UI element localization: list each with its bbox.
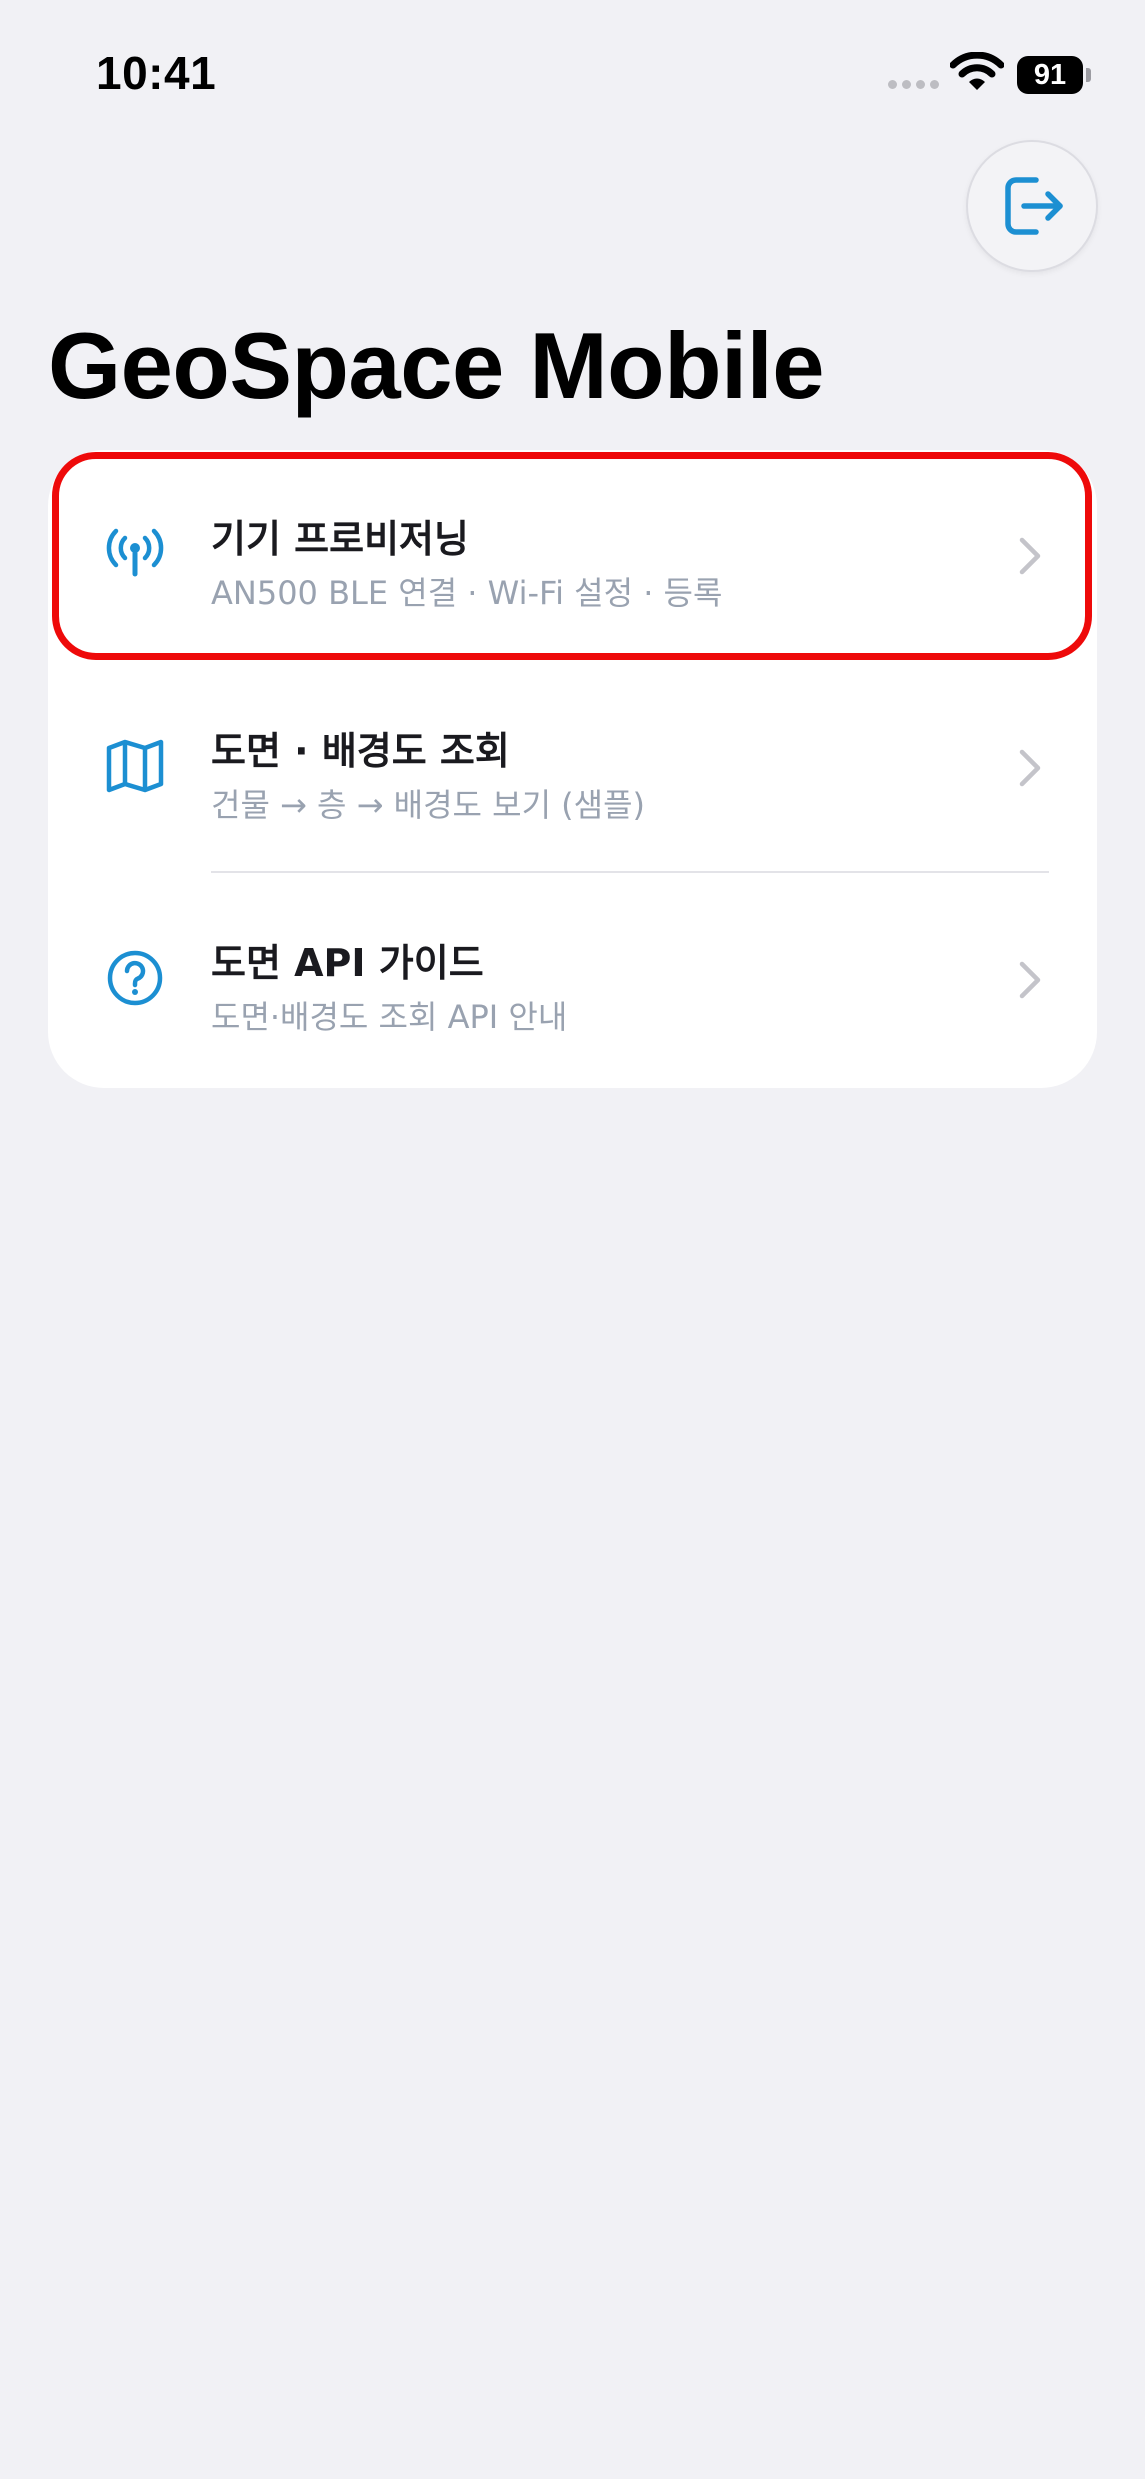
logout-icon (1005, 177, 1063, 235)
menu-card: 기기 프로비저닝 AN500 BLE 연결 · Wi-Fi 설정 · 등록 도면… (48, 450, 1097, 1088)
chevron-right-icon (1019, 961, 1041, 999)
page-title: GeoSpace Mobile (48, 313, 825, 418)
status-time: 10:41 (96, 47, 217, 99)
logout-button[interactable] (966, 140, 1098, 272)
divider (211, 871, 1049, 873)
chevron-right-icon (1019, 749, 1041, 787)
cellular-signal-icon (888, 80, 939, 89)
map-icon (106, 739, 164, 793)
battery-level: 91 (1033, 58, 1067, 91)
menu-item-title: 도면 API 가이드 (211, 941, 484, 985)
battery-icon: 91 (1017, 56, 1083, 94)
antenna-icon (106, 528, 164, 577)
menu-item-floor-plan[interactable]: 도면 · 배경도 조회 건물 → 층 → 배경도 보기 (샘플) (48, 662, 1097, 874)
app-screen: 10:41 91 GeoSpace Mobile 기기 프로비저닝 AN500 … (0, 0, 1145, 2479)
menu-item-subtitle: 건물 → 층 → 배경도 보기 (샘플) (211, 786, 646, 824)
menu-item-title: 기기 프로비저닝 (211, 517, 469, 561)
menu-item-api-guide[interactable]: 도면 API 가이드 도면·배경도 조회 API 안내 (48, 874, 1097, 1086)
wifi-icon (950, 52, 1004, 90)
battery-tip (1086, 68, 1091, 82)
menu-item-device-provisioning[interactable]: 기기 프로비저닝 AN500 BLE 연결 · Wi-Fi 설정 · 등록 (48, 450, 1097, 662)
menu-item-subtitle: 도면·배경도 조회 API 안내 (211, 998, 568, 1036)
help-icon (107, 950, 163, 1006)
menu-item-subtitle: AN500 BLE 연결 · Wi-Fi 설정 · 등록 (211, 574, 723, 612)
chevron-right-icon (1019, 537, 1041, 575)
menu-item-title: 도면 · 배경도 조회 (211, 729, 510, 773)
